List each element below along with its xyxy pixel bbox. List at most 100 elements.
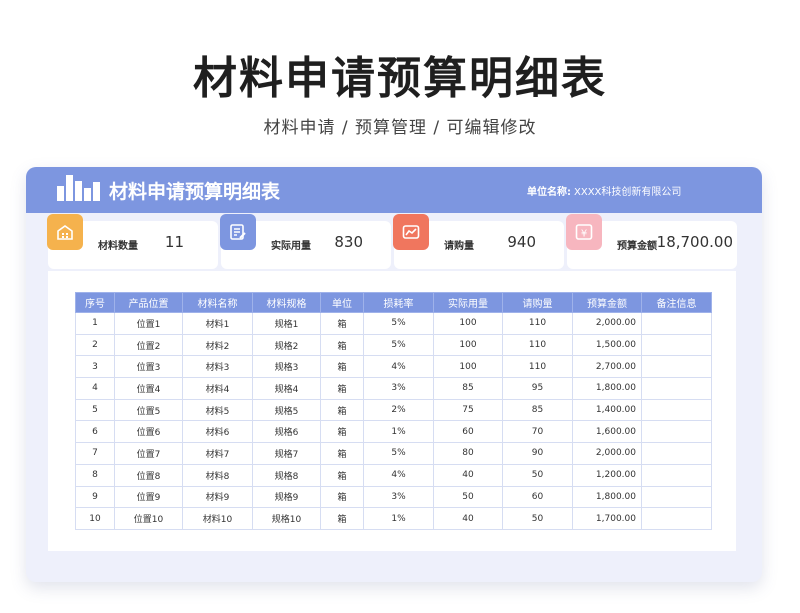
cell-actual-usage[interactable]: 40	[433, 463, 503, 487]
cell-budget-amount[interactable]: 1,800.00	[572, 485, 642, 509]
cell-loss-rate[interactable]: 1%	[363, 420, 434, 444]
cell-unit[interactable]: 箱	[320, 312, 364, 335]
cell-location[interactable]: 位置8	[114, 463, 183, 487]
cell-unit[interactable]: 箱	[320, 377, 364, 400]
cell-budget-amount[interactable]: 1,600.00	[572, 420, 642, 444]
cell-material-name[interactable]: 材料4	[182, 377, 253, 400]
cell-actual-usage[interactable]: 80	[433, 442, 503, 465]
cell-unit[interactable]: 箱	[320, 442, 364, 465]
cell-loss-rate[interactable]: 4%	[363, 355, 434, 379]
cell-index[interactable]: 1	[75, 312, 115, 335]
cell-remarks[interactable]	[641, 420, 712, 444]
cell-remarks[interactable]	[641, 463, 712, 487]
cell-purchase-qty[interactable]: 70	[502, 420, 573, 444]
cell-actual-usage[interactable]: 100	[433, 355, 503, 379]
cell-actual-usage[interactable]: 100	[433, 312, 503, 335]
cell-remarks[interactable]	[641, 398, 712, 422]
cell-budget-amount[interactable]: 2,700.00	[572, 355, 642, 379]
cell-purchase-qty[interactable]: 85	[502, 398, 573, 422]
cell-loss-rate[interactable]: 2%	[363, 398, 434, 422]
cell-remarks[interactable]	[641, 442, 712, 465]
cell-actual-usage[interactable]: 85	[433, 377, 503, 400]
cell-remarks[interactable]	[641, 312, 712, 335]
cell-location[interactable]: 位置6	[114, 420, 183, 444]
cell-loss-rate[interactable]: 3%	[363, 377, 434, 400]
cell-unit[interactable]: 箱	[320, 463, 364, 487]
cell-budget-amount[interactable]: 1,200.00	[572, 463, 642, 487]
cell-index[interactable]: 9	[75, 485, 115, 509]
cell-material-name[interactable]: 材料6	[182, 420, 253, 444]
cell-material-spec[interactable]: 规格1	[252, 312, 321, 335]
cell-location[interactable]: 位置1	[114, 312, 183, 335]
cell-purchase-qty[interactable]: 50	[502, 463, 573, 487]
cell-loss-rate[interactable]: 1%	[363, 507, 434, 530]
cell-actual-usage[interactable]: 100	[433, 333, 503, 357]
cell-actual-usage[interactable]: 40	[433, 507, 503, 530]
cell-index[interactable]: 5	[75, 398, 115, 422]
cell-material-name[interactable]: 材料9	[182, 485, 253, 509]
cell-index[interactable]: 7	[75, 442, 115, 465]
cell-purchase-qty[interactable]: 90	[502, 442, 573, 465]
cell-actual-usage[interactable]: 50	[433, 485, 503, 509]
cell-material-spec[interactable]: 规格3	[252, 355, 321, 379]
cell-index[interactable]: 8	[75, 463, 115, 487]
cell-loss-rate[interactable]: 3%	[363, 485, 434, 509]
cell-actual-usage[interactable]: 60	[433, 420, 503, 444]
cell-material-spec[interactable]: 规格4	[252, 377, 321, 400]
cell-purchase-qty[interactable]: 110	[502, 333, 573, 357]
cell-budget-amount[interactable]: 1,400.00	[572, 398, 642, 422]
cell-material-name[interactable]: 材料7	[182, 442, 253, 465]
cell-loss-rate[interactable]: 5%	[363, 333, 434, 357]
cell-unit[interactable]: 箱	[320, 355, 364, 379]
cell-purchase-qty[interactable]: 110	[502, 312, 573, 335]
cell-material-name[interactable]: 材料2	[182, 333, 253, 357]
cell-location[interactable]: 位置7	[114, 442, 183, 465]
cell-material-spec[interactable]: 规格9	[252, 485, 321, 509]
cell-purchase-qty[interactable]: 50	[502, 507, 573, 530]
cell-material-name[interactable]: 材料10	[182, 507, 253, 530]
cell-index[interactable]: 10	[75, 507, 115, 530]
cell-remarks[interactable]	[641, 377, 712, 400]
cell-remarks[interactable]	[641, 507, 712, 530]
cell-budget-amount[interactable]: 1,500.00	[572, 333, 642, 357]
cell-index[interactable]: 6	[75, 420, 115, 444]
cell-index[interactable]: 2	[75, 333, 115, 357]
cell-index[interactable]: 3	[75, 355, 115, 379]
cell-actual-usage[interactable]: 75	[433, 398, 503, 422]
cell-material-name[interactable]: 材料8	[182, 463, 253, 487]
cell-index[interactable]: 4	[75, 377, 115, 400]
cell-budget-amount[interactable]: 1,800.00	[572, 377, 642, 400]
cell-loss-rate[interactable]: 5%	[363, 312, 434, 335]
cell-remarks[interactable]	[641, 355, 712, 379]
cell-budget-amount[interactable]: 2,000.00	[572, 442, 642, 465]
cell-material-spec[interactable]: 规格2	[252, 333, 321, 357]
cell-loss-rate[interactable]: 4%	[363, 463, 434, 487]
cell-material-name[interactable]: 材料3	[182, 355, 253, 379]
cell-location[interactable]: 位置5	[114, 398, 183, 422]
cell-budget-amount[interactable]: 1,700.00	[572, 507, 642, 530]
cell-purchase-qty[interactable]: 95	[502, 377, 573, 400]
cell-location[interactable]: 位置9	[114, 485, 183, 509]
cell-remarks[interactable]	[641, 333, 712, 357]
cell-material-spec[interactable]: 规格10	[252, 507, 321, 530]
cell-material-spec[interactable]: 规格6	[252, 420, 321, 444]
cell-material-name[interactable]: 材料5	[182, 398, 253, 422]
cell-material-name[interactable]: 材料1	[182, 312, 253, 335]
cell-purchase-qty[interactable]: 60	[502, 485, 573, 509]
cell-unit[interactable]: 箱	[320, 333, 364, 357]
cell-location[interactable]: 位置2	[114, 333, 183, 357]
cell-remarks[interactable]	[641, 485, 712, 509]
cell-unit[interactable]: 箱	[320, 485, 364, 509]
cell-purchase-qty[interactable]: 110	[502, 355, 573, 379]
cell-unit[interactable]: 箱	[320, 398, 364, 422]
cell-unit[interactable]: 箱	[320, 420, 364, 444]
cell-material-spec[interactable]: 规格5	[252, 398, 321, 422]
cell-material-spec[interactable]: 规格8	[252, 463, 321, 487]
cell-location[interactable]: 位置3	[114, 355, 183, 379]
cell-material-spec[interactable]: 规格7	[252, 442, 321, 465]
cell-loss-rate[interactable]: 5%	[363, 442, 434, 465]
cell-unit[interactable]: 箱	[320, 507, 364, 530]
cell-location[interactable]: 位置10	[114, 507, 183, 530]
cell-budget-amount[interactable]: 2,000.00	[572, 312, 642, 335]
cell-location[interactable]: 位置4	[114, 377, 183, 400]
